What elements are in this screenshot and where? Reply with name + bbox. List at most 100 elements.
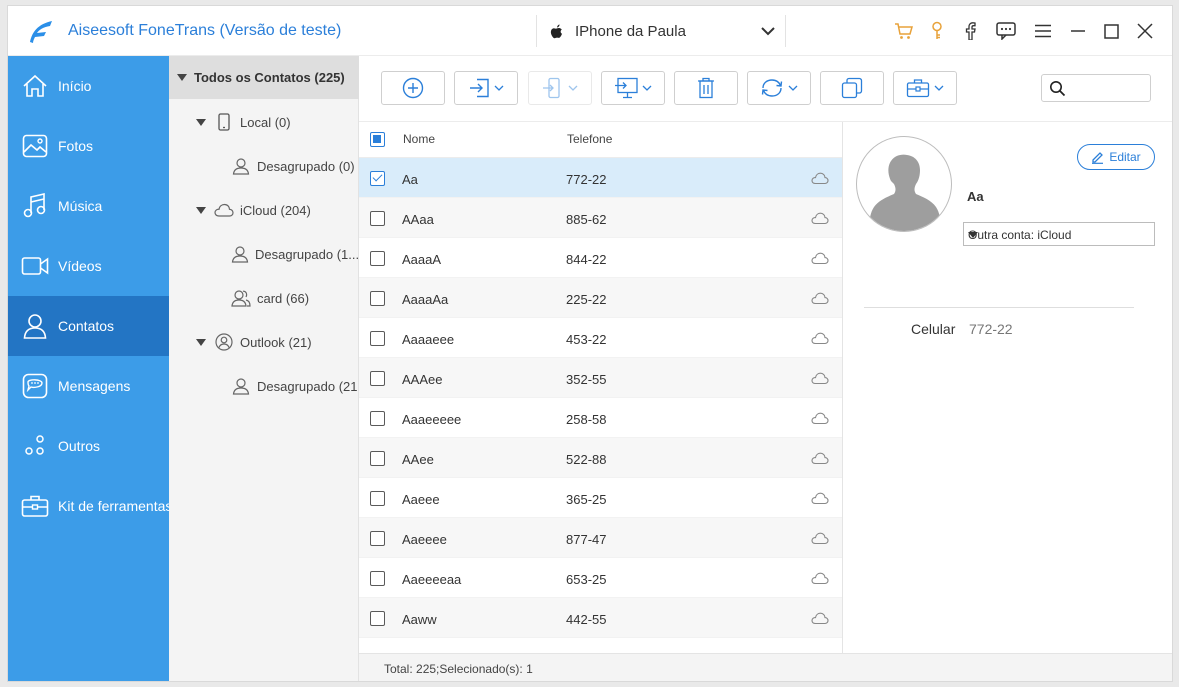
row-checkbox[interactable] xyxy=(370,451,385,466)
table-row[interactable]: AaaaAa 225-22 xyxy=(359,278,842,318)
tree-item-count: (204) xyxy=(280,202,311,218)
tree-item-local[interactable]: Local (0) xyxy=(169,100,359,144)
device-name: IPhone da Paula xyxy=(575,23,686,40)
contact-avatar xyxy=(856,136,952,232)
row-checkbox[interactable] xyxy=(370,531,385,546)
edit-contact-button[interactable]: Editar xyxy=(1077,144,1155,170)
contact-phone-cell: 653-25 xyxy=(566,572,607,587)
sidebar-item-mensagens[interactable]: Mensagens xyxy=(8,356,169,416)
contact-name-cell: AAAee xyxy=(402,372,443,387)
tree-item-label: card xyxy=(257,290,283,306)
row-checkbox[interactable] xyxy=(370,491,385,506)
delete-button[interactable] xyxy=(674,71,738,105)
tree-item-icloud-card[interactable]: card (66) xyxy=(169,276,359,320)
cloud-icon xyxy=(811,252,829,265)
sidebar-item-musica[interactable]: Música xyxy=(8,176,169,236)
expand-triangle-icon[interactable] xyxy=(196,338,206,346)
table-row[interactable]: Aaaeeeee 258-58 xyxy=(359,398,842,438)
tree-item-outlook[interactable]: Outlook (21) xyxy=(169,320,359,364)
row-checkbox[interactable] xyxy=(370,331,385,346)
table-row[interactable]: Aaeeeeaa 653-25 xyxy=(359,558,842,598)
app-title: Aiseesoft FoneTrans (Versão de teste) xyxy=(68,22,342,39)
duplicate-button[interactable] xyxy=(820,71,884,105)
account-select-value: Outra conta: iCloud xyxy=(968,228,1072,242)
tree-item-icloud[interactable]: iCloud (204) xyxy=(169,188,359,232)
contact-detail-panel: Editar Aa Outra conta: iCloud Celular 77… xyxy=(844,122,1172,653)
facebook-icon[interactable] xyxy=(959,20,981,42)
music-icon xyxy=(21,192,49,220)
close-icon[interactable] xyxy=(1134,20,1156,42)
main-sidebar: Início Fotos Música Vídeos Contatos Mens… xyxy=(8,56,172,681)
sidebar-item-outros[interactable]: Outros xyxy=(8,416,169,476)
column-header-name[interactable]: Nome xyxy=(403,132,435,146)
table-row[interactable]: Aa 772-22 xyxy=(359,158,842,198)
select-all-checkbox[interactable] xyxy=(370,132,385,147)
briefcase-icon xyxy=(906,79,930,98)
import-button[interactable] xyxy=(454,71,518,105)
device-selector[interactable]: IPhone da Paula xyxy=(536,15,786,47)
feedback-icon[interactable] xyxy=(995,20,1017,42)
table-row[interactable]: AaaaA 844-22 xyxy=(359,238,842,278)
tree-item-icloud-desagrupado[interactable]: Desagrupado (1... xyxy=(169,232,359,276)
export-device-icon xyxy=(543,77,560,99)
contact-name-cell: Aaeeee xyxy=(402,532,447,547)
row-checkbox[interactable] xyxy=(370,411,385,426)
sidebar-item-contatos[interactable]: Contatos xyxy=(8,296,169,356)
edit-button-label: Editar xyxy=(1109,150,1141,164)
add-contact-button[interactable] xyxy=(381,71,445,105)
tree-item-outlook-desagrupado[interactable]: Desagrupado (21 xyxy=(169,364,359,408)
maximize-icon[interactable] xyxy=(1100,20,1122,42)
account-select[interactable]: Outra conta: iCloud xyxy=(963,222,1155,246)
row-checkbox[interactable] xyxy=(370,251,385,266)
sync-button[interactable] xyxy=(747,71,811,105)
row-checkbox[interactable] xyxy=(370,611,385,626)
search-input[interactable] xyxy=(1070,79,1146,99)
tree-item-label: Desagrupado xyxy=(257,378,336,394)
tree-item-count: (21) xyxy=(288,334,312,350)
list-header: Nome Telefone xyxy=(359,122,842,158)
import-icon xyxy=(470,78,489,98)
row-checkbox[interactable] xyxy=(370,291,385,306)
expand-triangle-icon[interactable] xyxy=(196,118,206,126)
contact-name: Aa xyxy=(967,189,984,204)
sidebar-item-inicio[interactable]: Início xyxy=(8,56,169,116)
chevron-down-icon xyxy=(761,27,775,36)
table-row[interactable]: Aaww 442-55 xyxy=(359,598,842,638)
key-icon[interactable] xyxy=(926,20,948,42)
table-row[interactable]: AAAee 352-55 xyxy=(359,358,842,398)
column-header-phone[interactable]: Telefone xyxy=(567,132,612,146)
table-row[interactable]: AAee 522-88 xyxy=(359,438,842,478)
search-box[interactable] xyxy=(1041,74,1151,102)
contact-name-cell: Aaww xyxy=(402,612,437,627)
cloud-icon xyxy=(811,372,829,385)
row-checkbox[interactable] xyxy=(370,371,385,386)
sidebar-item-kit-de-ferramentas[interactable]: Kit de ferramentas xyxy=(8,476,172,536)
expand-triangle-icon[interactable] xyxy=(177,74,187,81)
table-row[interactable]: Aaeeee 877-47 xyxy=(359,518,842,558)
export-to-pc-button[interactable] xyxy=(601,71,665,105)
toolbox-button[interactable] xyxy=(893,71,957,105)
sidebar-item-videos[interactable]: Vídeos xyxy=(8,236,169,296)
row-checkbox[interactable] xyxy=(370,171,385,186)
expand-triangle-icon[interactable] xyxy=(196,206,206,214)
menu-icon[interactable] xyxy=(1032,20,1054,42)
tree-item-local-desagrupado[interactable]: Desagrupado (0) xyxy=(169,144,359,188)
tree-item-all-contacts[interactable]: Todos os Contatos (225) xyxy=(169,56,359,99)
cart-icon[interactable] xyxy=(893,20,915,42)
sidebar-item-fotos[interactable]: Fotos xyxy=(8,116,169,176)
toolbox-icon xyxy=(21,492,49,520)
contacts-toolbar xyxy=(359,56,1172,122)
cloud-icon xyxy=(811,212,829,225)
row-checkbox[interactable] xyxy=(370,571,385,586)
export-to-device-button[interactable] xyxy=(528,71,592,105)
table-row[interactable]: Aaeee 365-25 xyxy=(359,478,842,518)
tree-item-count: (21 xyxy=(338,378,358,394)
phone-field-value: 772-22 xyxy=(969,321,1013,337)
row-checkbox[interactable] xyxy=(370,211,385,226)
tree-item-count: (0) xyxy=(274,114,291,130)
cloud-icon xyxy=(811,612,829,625)
minimize-icon[interactable] xyxy=(1067,20,1089,42)
chevron-down-icon xyxy=(788,85,798,91)
table-row[interactable]: AAaa 885-62 xyxy=(359,198,842,238)
table-row[interactable]: Aaaaeee 453-22 xyxy=(359,318,842,358)
